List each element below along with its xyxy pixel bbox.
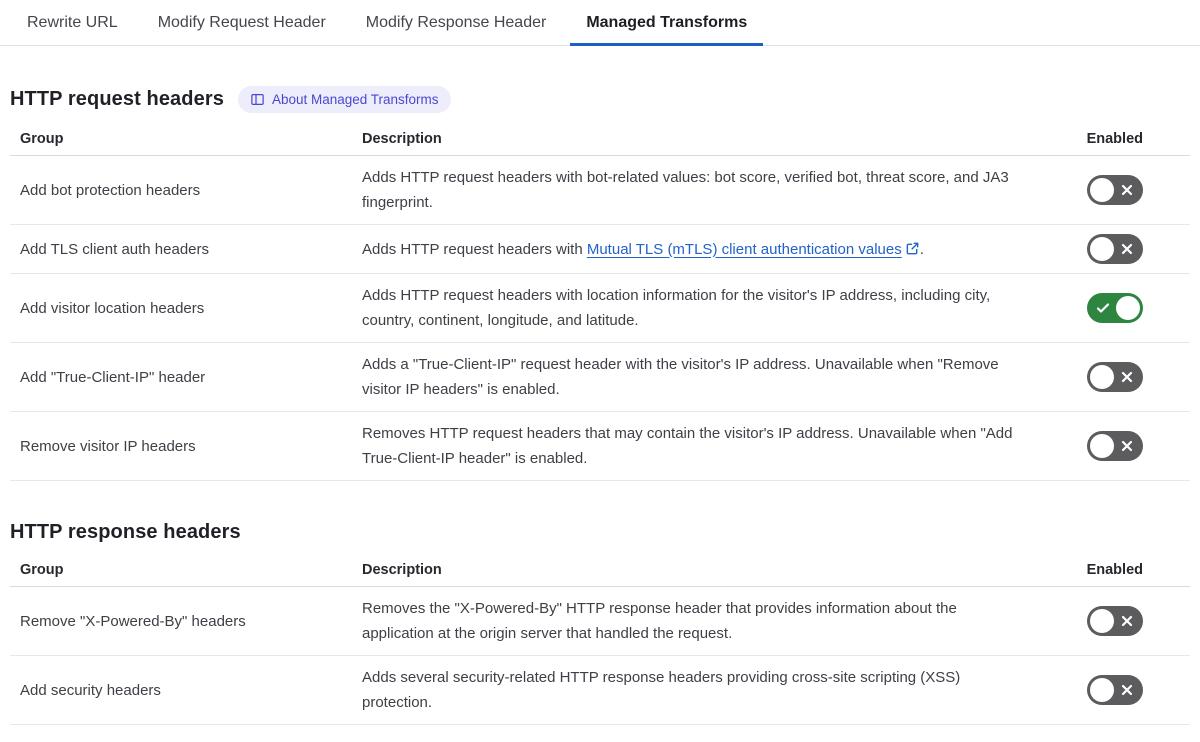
- description-cell: Adds HTTP request headers with Mutual TL…: [362, 224, 1050, 274]
- description-cell: Adds HTTP request headers with location …: [362, 273, 1050, 343]
- description-text: Adds HTTP request headers with: [362, 240, 587, 258]
- table-row: Remove visitor IP headers Removes HTTP r…: [10, 411, 1190, 481]
- description-cell: Removes HTTP request headers that may co…: [362, 411, 1050, 481]
- group-cell: Add visitor location headers: [10, 273, 362, 343]
- group-cell: Add TLS client auth headers: [10, 224, 362, 274]
- description-cell: Adds a "True-Client-IP" request header w…: [362, 342, 1050, 412]
- tab-managed-transforms[interactable]: Managed Transforms: [570, 0, 764, 46]
- toggle-knob: [1090, 678, 1114, 702]
- toggle-cell: [1050, 586, 1190, 656]
- column-header-group: Group: [10, 123, 362, 156]
- response-section-header: HTTP response headers: [10, 521, 1190, 544]
- toggle-cell: [1050, 155, 1190, 225]
- check-icon: [1096, 303, 1110, 313]
- column-header-description: Description: [362, 554, 1050, 587]
- toggle-knob: [1090, 178, 1114, 202]
- group-cell: Remove "X-Powered-By" headers: [10, 586, 362, 656]
- toggle-cell: [1050, 273, 1190, 343]
- column-header-enabled: Enabled: [1050, 554, 1190, 587]
- toggle-knob: [1090, 434, 1114, 458]
- toggle-add-security-headers[interactable]: [1087, 675, 1143, 705]
- about-badge-label: About Managed Transforms: [271, 91, 439, 107]
- description-cell: Adds HTTP request headers with bot-relat…: [362, 155, 1050, 225]
- tab-bar: Rewrite URL Modify Request Header Modify…: [0, 0, 1200, 46]
- toggle-cell: [1050, 411, 1190, 481]
- response-headers-table: Group Description Enabled Remove "X-Powe…: [10, 554, 1190, 725]
- group-cell: Add bot protection headers: [10, 155, 362, 225]
- toggle-knob: [1090, 365, 1114, 389]
- request-section-header: HTTP request headers About Managed Trans…: [10, 86, 1190, 113]
- toggle-knob: [1090, 237, 1114, 261]
- description-text: .: [919, 240, 924, 258]
- description-cell: Adds several security-related HTTP respo…: [362, 655, 1050, 725]
- x-icon: [1121, 684, 1133, 696]
- x-icon: [1121, 440, 1133, 452]
- toggle-cell: [1050, 342, 1190, 412]
- description-cell: Removes the "X-Powered-By" HTTP response…: [362, 586, 1050, 656]
- toggle-knob: [1090, 609, 1114, 633]
- request-section-title: HTTP request headers: [10, 88, 224, 110]
- mtls-values-link[interactable]: Mutual TLS (mTLS) client authentication …: [587, 241, 920, 258]
- toggle-cell: [1050, 655, 1190, 725]
- book-icon: [250, 92, 265, 107]
- toggle-cell: [1050, 224, 1190, 274]
- x-icon: [1121, 243, 1133, 255]
- toggle-add-true-client-ip-header[interactable]: [1087, 362, 1143, 392]
- tab-modify-response-header[interactable]: Modify Response Header: [350, 0, 563, 45]
- toggle-knob: [1116, 296, 1140, 320]
- toggle-add-bot-protection-headers[interactable]: [1087, 175, 1143, 205]
- x-icon: [1121, 615, 1133, 627]
- toggle-remove-visitor-ip-headers[interactable]: [1087, 431, 1143, 461]
- x-icon: [1121, 371, 1133, 383]
- toggle-remove-x-powered-by-headers[interactable]: [1087, 606, 1143, 636]
- toggle-add-visitor-location-headers[interactable]: [1087, 293, 1143, 323]
- column-header-enabled: Enabled: [1050, 123, 1190, 156]
- x-icon: [1121, 184, 1133, 196]
- group-cell: Add "True-Client-IP" header: [10, 342, 362, 412]
- external-link-icon: [902, 241, 920, 258]
- toggle-add-tls-client-auth-headers[interactable]: [1087, 234, 1143, 264]
- column-header-group: Group: [10, 554, 362, 587]
- group-cell: Remove visitor IP headers: [10, 411, 362, 481]
- table-row: Add TLS client auth headers Adds HTTP re…: [10, 224, 1190, 274]
- group-cell: Add security headers: [10, 655, 362, 725]
- request-headers-table: Group Description Enabled Add bot protec…: [10, 123, 1190, 481]
- managed-transforms-panel: HTTP request headers About Managed Trans…: [0, 86, 1200, 725]
- table-row: Add "True-Client-IP" header Adds a "True…: [10, 342, 1190, 412]
- table-row: Add visitor location headers Adds HTTP r…: [10, 273, 1190, 343]
- table-row: Add security headers Adds several securi…: [10, 655, 1190, 725]
- table-row: Remove "X-Powered-By" headers Removes th…: [10, 586, 1190, 656]
- table-row: Add bot protection headers Adds HTTP req…: [10, 155, 1190, 225]
- column-header-description: Description: [362, 123, 1050, 156]
- about-managed-transforms-badge[interactable]: About Managed Transforms: [237, 86, 451, 113]
- tab-rewrite-url[interactable]: Rewrite URL: [11, 0, 134, 45]
- response-section-title: HTTP response headers: [10, 521, 241, 543]
- tab-modify-request-header[interactable]: Modify Request Header: [142, 0, 342, 45]
